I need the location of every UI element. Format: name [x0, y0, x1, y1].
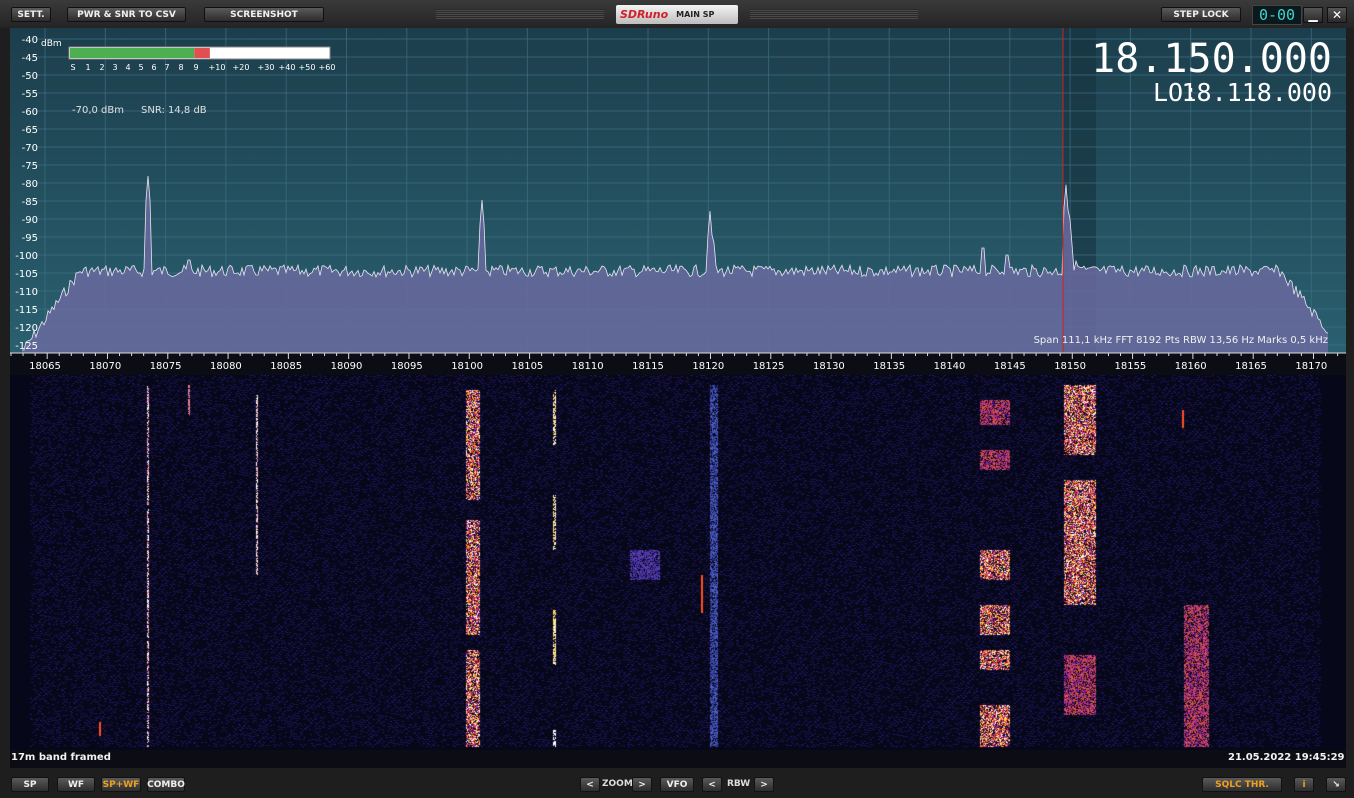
sp-wf-mode-button[interactable]: SP+WF — [101, 777, 141, 792]
s-meter-scale-label: 4 — [125, 63, 130, 72]
x-tick-label: 18160 — [1175, 361, 1207, 372]
x-tick-label: 18150 — [1054, 361, 1086, 372]
combo-mode-button[interactable]: COMBO — [147, 777, 185, 792]
s-meter-scale-label: +50 — [299, 63, 316, 72]
y-tick-label: -50 — [22, 71, 38, 82]
x-tick-label: 18065 — [29, 361, 61, 372]
x-tick-label: 18135 — [873, 361, 905, 372]
y-tick-label: -65 — [22, 125, 38, 136]
y-tick-label: -45 — [22, 53, 38, 64]
x-tick-label: 18115 — [632, 361, 664, 372]
fft-info-line: Span 111,1 kHz FFT 8192 Pts RBW 13,56 Hz… — [1034, 335, 1328, 346]
y-tick-label: -105 — [15, 269, 38, 280]
x-tick-label: 18165 — [1235, 361, 1267, 372]
s-meter-scale-label: 8 — [178, 63, 183, 72]
rbw-increase-button[interactable]: > — [754, 777, 774, 792]
rbw-decrease-button[interactable]: < — [702, 777, 722, 792]
y-tick-label: -55 — [22, 89, 38, 100]
y-tick-label: -125 — [15, 341, 38, 352]
waterfall-display[interactable] — [10, 375, 1346, 750]
brand-logo: SDRuno — [620, 8, 669, 21]
x-tick-label: 18105 — [511, 361, 543, 372]
y-tick-label: -120 — [15, 323, 38, 334]
s-meter-scale-label: 3 — [112, 63, 117, 72]
s-meter-scale-label: +30 — [258, 63, 275, 72]
x-tick-label: 18130 — [813, 361, 845, 372]
close-icon[interactable]: ✕ — [1327, 7, 1347, 23]
window-title: MAIN SP — [676, 10, 715, 19]
s-meter-scale-label: S — [70, 63, 75, 72]
rbw-label: RBW — [727, 779, 751, 789]
sp-mode-button[interactable]: SP — [11, 777, 49, 792]
y-tick-label: -100 — [15, 251, 38, 262]
sqlc-threshold-button[interactable]: SQLC THR. — [1202, 777, 1282, 792]
y-tick-label: -60 — [22, 107, 38, 118]
y-tick-label: -85 — [22, 197, 38, 208]
spectrum-panel[interactable]: -40 -45 -50 -55 -60 -65 -70 -75 -80 -85 -90 -95 -100… — [10, 28, 1346, 375]
screenshot-button[interactable]: SCREENSHOT — [204, 7, 324, 22]
lo-frequency[interactable]: 18.118.000 — [1181, 78, 1332, 107]
wf-mode-button[interactable]: WF — [57, 777, 95, 792]
x-tick-label: 18120 — [692, 361, 724, 372]
s-meter-scale-label: 5 — [138, 63, 143, 72]
s-meter-scale-label: +20 — [233, 63, 250, 72]
drag-grip-right[interactable] — [750, 9, 918, 19]
s-meter-scale-label: +40 — [279, 63, 296, 72]
s-meter-scale-label: 9 — [193, 63, 198, 72]
s-meter-level-green — [70, 48, 195, 58]
x-tick-label: 18110 — [572, 361, 604, 372]
zoom-label: ZOOM — [602, 779, 633, 789]
x-tick-label: 18155 — [1114, 361, 1146, 372]
lcd-display: 0-00 — [1252, 5, 1302, 25]
minimize-icon[interactable]: ▁ — [1303, 7, 1323, 23]
x-tick-label: 18085 — [270, 361, 302, 372]
y-tick-label: -40 — [22, 35, 38, 46]
x-tick-label: 18170 — [1295, 361, 1327, 372]
pwr-snr-csv-button[interactable]: PWR & SNR TO CSV — [67, 7, 186, 22]
vfo-button[interactable]: VFO — [660, 777, 694, 792]
s-meter-scale-label: 1 — [85, 63, 90, 72]
y-tick-label: -90 — [22, 215, 38, 226]
app-logo: SDRuno MAIN SP — [616, 5, 738, 24]
status-left: 17m band framed — [11, 752, 111, 763]
status-timestamp: 21.05.2022 19:45:29 — [1228, 752, 1345, 763]
y-tick-label: -115 — [15, 305, 38, 316]
frequency-display[interactable]: 18.150.000 — [1091, 36, 1332, 82]
s-meter-scale-label: 2 — [99, 63, 104, 72]
y-tick-label: -110 — [15, 287, 38, 298]
resize-icon[interactable]: ↘ — [1326, 777, 1346, 792]
s-meter-scale-label: 7 — [164, 63, 169, 72]
s-meter-level-red — [194, 48, 210, 58]
x-tick-label: 18080 — [210, 361, 242, 372]
zoom-in-button[interactable]: > — [632, 777, 652, 792]
x-tick-label: 18100 — [451, 361, 483, 372]
s-meter-scale-label: +10 — [209, 63, 226, 72]
x-tick-label: 18125 — [753, 361, 785, 372]
y-tick-label: -80 — [22, 179, 38, 190]
x-tick-label: 18095 — [391, 361, 423, 372]
drag-grip-left[interactable] — [436, 9, 604, 19]
x-tick-label: 18140 — [934, 361, 966, 372]
top-toolbar: SETT. PWR & SNR TO CSV SCREENSHOT SDRuno… — [0, 0, 1354, 28]
s-meter-scale-label: 6 — [151, 63, 156, 72]
info-icon[interactable]: i — [1294, 777, 1314, 792]
y-tick-label: -70 — [22, 143, 38, 154]
settings-button[interactable]: SETT. — [11, 7, 51, 22]
step-lock-button[interactable]: STEP LOCK — [1161, 7, 1241, 22]
signal-readout: -70,0 dBm — [72, 105, 124, 116]
x-tick-label: 18145 — [994, 361, 1026, 372]
x-tick-label: 18075 — [150, 361, 182, 372]
zoom-out-button[interactable]: < — [580, 777, 600, 792]
y-tick-label: -75 — [22, 161, 38, 172]
x-tick-label: 18070 — [89, 361, 121, 372]
x-tick-label: 18090 — [331, 361, 363, 372]
y-tick-label: -95 — [22, 233, 38, 244]
s-meter-scale-label: +60 — [319, 63, 336, 72]
dbm-unit-label: dBm — [41, 39, 62, 49]
snr-readout: SNR: 14,8 dB — [141, 105, 207, 116]
